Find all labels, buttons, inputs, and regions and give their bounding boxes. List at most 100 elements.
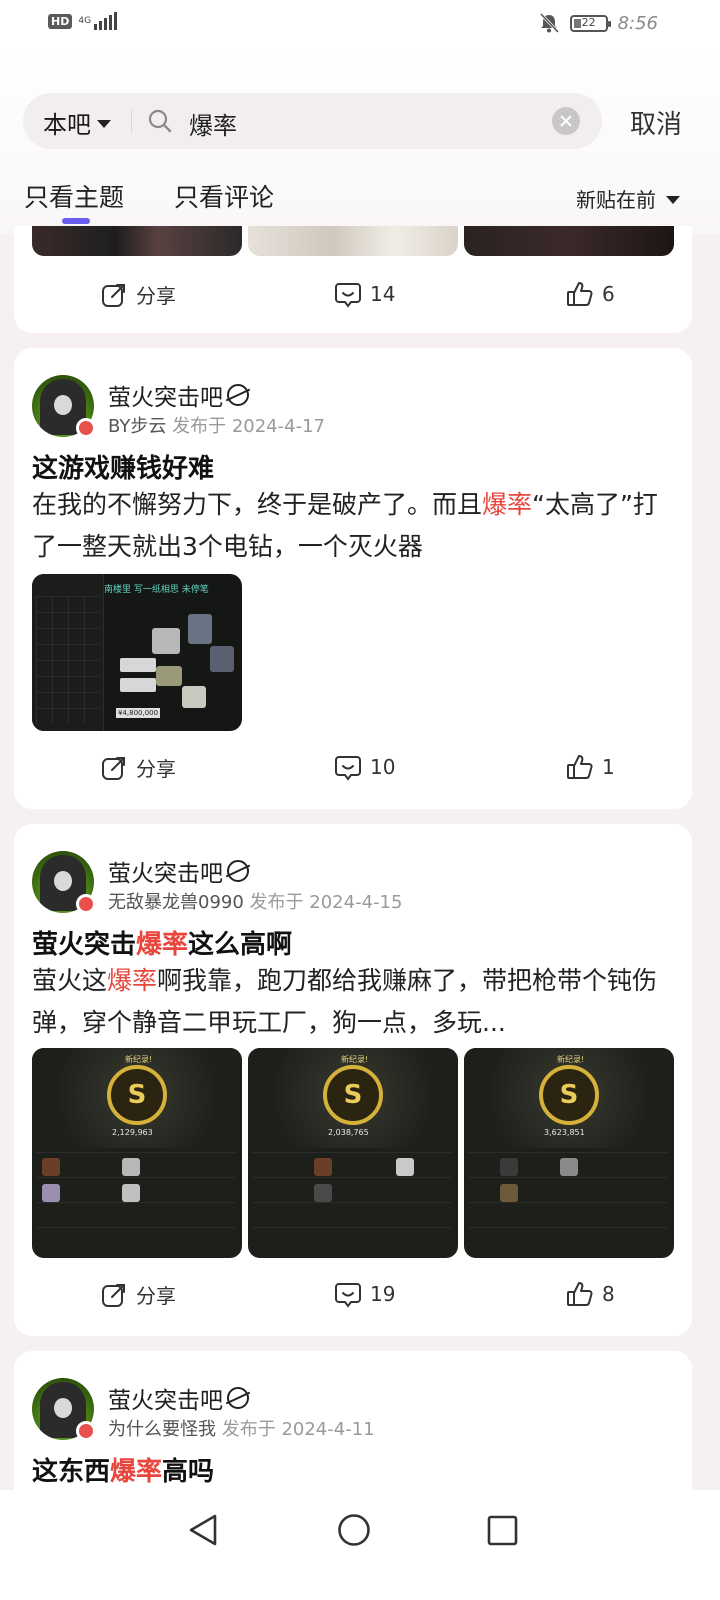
comment-icon	[335, 1283, 361, 1308]
coin-icon: S	[107, 1065, 167, 1125]
back-icon[interactable]	[186, 1512, 220, 1548]
status-bar: HD 4G 22 8:56	[0, 0, 720, 48]
caret-down-icon	[666, 195, 680, 204]
post-card[interactable]: 萤火突击吧 无敌暴龙兽0990 发布于 2024-4-15 萤火突击爆率这么高啊…	[14, 824, 692, 1336]
avatar-badge-icon	[76, 894, 96, 914]
share-button[interactable]: 分享	[100, 280, 176, 309]
comment-count: 19	[370, 1282, 396, 1306]
post-body[interactable]: 萤火这爆率啊我靠，跑刀都给我赚麻了，带把枪带个钝伤弹，穿个静音二甲玩工厂，狗一点…	[32, 960, 677, 1044]
clock: 8:56	[617, 12, 658, 34]
sort-selector[interactable]: 新贴在前	[576, 184, 680, 213]
post-images: 新纪录! S 2,129,963 新纪录! S 2,038,765 新纪录! S…	[32, 1048, 674, 1258]
forum-name-text: 萤火突击吧	[108, 1388, 223, 1414]
avatar-badge-icon	[76, 1421, 96, 1441]
share-button[interactable]: 分享	[100, 753, 176, 782]
share-button[interactable]: 分享	[100, 1280, 176, 1309]
post-image[interactable]: 新纪录! S 3,623,851	[464, 1048, 674, 1258]
record-badge: 新纪录!	[557, 1055, 585, 1064]
keyword-highlight: 爆率	[107, 966, 158, 995]
forum-name-text: 萤火突击吧	[108, 385, 223, 411]
post-title[interactable]: 这东西爆率高吗	[32, 1451, 214, 1488]
search-bar[interactable]: 本吧 爆率	[23, 93, 602, 149]
keyword-highlight: 爆率	[136, 930, 189, 960]
post-meta: 为什么要怪我 发布于 2024-4-11	[108, 1415, 375, 1441]
post-title[interactable]: 萤火突击爆率这么高啊	[32, 924, 292, 961]
forum-name[interactable]: 萤火突击吧	[108, 854, 249, 888]
planet-icon	[227, 860, 249, 882]
coin-icon: S	[539, 1065, 599, 1125]
post-images	[32, 226, 674, 256]
recent-apps-icon[interactable]	[486, 1512, 518, 1548]
coin-icon: S	[323, 1065, 383, 1125]
planet-icon	[227, 384, 249, 406]
like-button[interactable]: 1	[566, 753, 615, 781]
search-icon	[148, 109, 172, 133]
comment-button[interactable]: 19	[334, 1280, 395, 1308]
record-badge: 新纪录!	[125, 1055, 153, 1064]
share-icon	[102, 756, 125, 780]
keyword-highlight: 爆率	[110, 1457, 163, 1487]
post-date: 发布于 2024-4-11	[221, 1419, 375, 1440]
post-card[interactable]: 萤火突击吧 为什么要怪我 发布于 2024-4-11 这东西爆率高吗	[14, 1351, 692, 1511]
home-icon[interactable]	[336, 1512, 372, 1548]
post-image[interactable]	[248, 226, 458, 256]
comment-button[interactable]: 10	[334, 753, 395, 781]
tab-comments-only[interactable]: 只看评论	[174, 178, 274, 214]
share-icon	[102, 283, 125, 307]
scope-selector[interactable]: 本吧	[43, 105, 111, 140]
share-label: 分享	[136, 1284, 176, 1308]
search-input[interactable]: 爆率	[189, 106, 237, 141]
author-name[interactable]: 为什么要怪我	[108, 1419, 216, 1440]
post-image[interactable]: 新纪录! S 2,129,963	[32, 1048, 242, 1258]
post-date: 发布于 2024-4-15	[249, 892, 403, 913]
author-name[interactable]: 无敌暴龙兽0990	[108, 892, 244, 913]
post-card[interactable]: 分享 14 6	[14, 226, 692, 333]
record-amount: 3,623,851	[544, 1128, 585, 1137]
post-title[interactable]: 这游戏赚钱好难	[32, 448, 214, 485]
hd-badge: HD	[48, 13, 73, 29]
post-image[interactable]	[464, 226, 674, 256]
like-count: 1	[602, 755, 615, 779]
thumbs-up-icon	[567, 755, 593, 779]
tab-topics-only[interactable]: 只看主题	[24, 178, 124, 214]
thumbs-up-icon	[567, 282, 593, 306]
scope-label: 本吧	[43, 111, 91, 139]
like-button[interactable]: 6	[566, 280, 615, 308]
keyword-highlight: 爆率	[482, 490, 533, 519]
comment-button[interactable]: 14	[334, 280, 395, 308]
forum-name-text: 萤火突击吧	[108, 861, 223, 887]
author-name[interactable]: BY步云	[108, 416, 166, 437]
comment-count: 14	[370, 282, 396, 306]
post-meta: 无敌暴龙兽0990 发布于 2024-4-15	[108, 888, 402, 914]
status-right: 22 8:56	[538, 12, 658, 34]
image-caption: 南楼里 写一纸相思 未停笔	[104, 585, 209, 595]
post-image[interactable]: 新纪录! S 2,038,765	[248, 1048, 458, 1258]
avatar-badge-icon	[76, 418, 96, 438]
share-label: 分享	[136, 284, 176, 308]
forum-name[interactable]: 萤火突击吧	[108, 378, 249, 412]
bell-muted-icon	[539, 12, 559, 34]
record-amount: 2,129,963	[112, 1128, 153, 1137]
search-header: 本吧 爆率 取消 只看主题 只看评论 新贴在前	[0, 48, 720, 234]
clear-icon[interactable]	[552, 107, 580, 135]
post-image[interactable]	[32, 226, 242, 256]
post-card[interactable]: 萤火突击吧 BY步云 发布于 2024-4-17 这游戏赚钱好难 在我的不懈努力…	[14, 348, 692, 809]
share-icon	[102, 1283, 125, 1307]
tab-indicator	[62, 218, 90, 224]
battery-icon: 22	[569, 14, 611, 32]
comment-count: 10	[370, 755, 396, 779]
post-actions: 分享 14 6	[14, 280, 692, 320]
post-body[interactable]: 在我的不懈努力下，终于是破产了。而且爆率“太高了”打了一整天就出3个电钻，一个灭…	[32, 484, 677, 568]
like-button[interactable]: 8	[566, 1280, 615, 1308]
share-label: 分享	[136, 757, 176, 781]
signal-icon	[94, 12, 118, 30]
record-amount: 2,038,765	[328, 1128, 369, 1137]
forum-name[interactable]: 萤火突击吧	[108, 1381, 249, 1415]
system-nav-bar	[0, 1490, 720, 1600]
post-image[interactable]: 南楼里 写一纸相思 未停笔 ¥4,800,000	[32, 574, 242, 731]
comment-icon	[335, 756, 361, 781]
cancel-button[interactable]: 取消	[630, 104, 682, 141]
image-price: ¥4,800,000	[116, 708, 161, 718]
status-left: HD 4G	[48, 12, 118, 30]
thumbs-up-icon	[567, 1282, 593, 1306]
